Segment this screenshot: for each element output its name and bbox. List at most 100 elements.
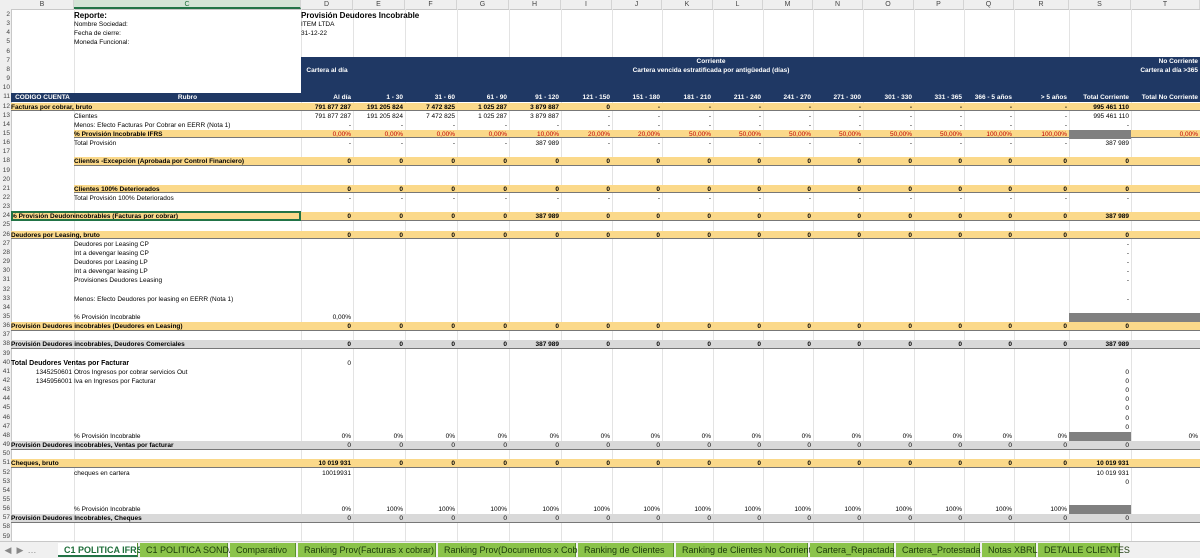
facturas-bruto-label[interactable]: Facturas por cobrar, bruto (11, 103, 301, 112)
clientes-14[interactable]: - (964, 112, 1014, 121)
total-provision-8[interactable]: - (662, 139, 713, 148)
ventas-pct-2[interactable]: 0% (353, 432, 405, 441)
cheques-pct-10[interactable]: 100% (763, 505, 813, 514)
leasing-9[interactable]: 0 (713, 231, 763, 240)
excepcion-5[interactable]: 0 (509, 157, 561, 166)
provision-deudores-6[interactable]: 0 (561, 212, 612, 221)
row-number[interactable]: 13 (0, 111, 11, 120)
leasing-10[interactable]: 0 (763, 231, 813, 240)
row-number[interactable]: 44 (0, 394, 11, 403)
menos-efecto-16[interactable]: - (1069, 121, 1131, 130)
column-header-q[interactable]: Q (964, 0, 1014, 9)
ventas-pct-4[interactable]: 0% (457, 432, 509, 441)
cheques-pct-label[interactable]: % Provisión Incobrable (74, 505, 301, 514)
provision-pct-6[interactable]: 20,00% (561, 130, 612, 139)
ventas-item-2[interactable]: Iva en Ingresos por Facturar (74, 377, 301, 386)
row-number[interactable]: 8 (0, 65, 11, 74)
row-number[interactable]: 42 (0, 376, 11, 385)
bucket-header-4[interactable]: 61 - 90 (457, 93, 509, 102)
sheet-tab[interactable]: Comparativo (230, 543, 296, 557)
cheques-pct-d[interactable]: 0% (301, 505, 353, 514)
menos-efecto-10[interactable]: - (763, 121, 813, 130)
column-header-o[interactable]: O (863, 0, 914, 9)
leasing-provision-label[interactable]: Provisión Deudores incobrables (Deudores… (11, 322, 301, 331)
sheet-tab[interactable]: Ranking Prov(Facturas x cobrar) (298, 543, 436, 557)
leasing-3[interactable]: 0 (405, 231, 457, 240)
menos-efecto-8[interactable]: - (662, 121, 713, 130)
ventas-total[interactable]: 0 (1069, 423, 1131, 432)
deteriorados-9[interactable]: 0 (713, 185, 763, 194)
row-number[interactable]: 52 (0, 468, 11, 477)
menos-efecto-7[interactable]: - (612, 121, 662, 130)
clientes-3[interactable]: 7 472 825 (405, 112, 457, 121)
leasing-provision-9[interactable]: 0 (713, 322, 763, 331)
cheques-13[interactable]: 0 (914, 459, 964, 468)
deteriorados-14[interactable]: 0 (964, 185, 1014, 194)
provision-pct-nc[interactable]: 0,00% (1131, 130, 1200, 139)
total-deteriorados-6[interactable]: - (561, 194, 612, 203)
comerciales-6[interactable]: 0 (561, 340, 612, 349)
reporte-value[interactable]: Provisión Deudores Incobrable (301, 11, 457, 20)
ventas-provision-1[interactable]: 0 (301, 441, 353, 450)
row-number[interactable]: 26 (0, 230, 11, 239)
total-deteriorados-2[interactable]: - (353, 194, 405, 203)
cheques-provision-15[interactable]: 0 (1014, 514, 1069, 523)
leasing-item-label[interactable]: Menos: Efecto Deudores por leasing en EE… (74, 295, 301, 304)
row-number[interactable]: 6 (0, 47, 11, 56)
menos-efecto-2[interactable]: - (353, 121, 405, 130)
provision-pct-14[interactable]: 100,00% (964, 130, 1014, 139)
facturas-bruto-2[interactable]: 191 205 824 (353, 103, 405, 112)
clientes-8[interactable]: - (662, 112, 713, 121)
leasing-13[interactable]: 0 (914, 231, 964, 240)
total-provision-11[interactable]: - (813, 139, 863, 148)
row-number[interactable]: 21 (0, 184, 11, 193)
clientes-13[interactable]: - (914, 112, 964, 121)
total-provision-10[interactable]: - (763, 139, 813, 148)
row-number[interactable]: 58 (0, 522, 11, 531)
ventas-pct-6[interactable]: 0% (561, 432, 612, 441)
leasing-provision-11[interactable]: 0 (813, 322, 863, 331)
cheques-cartera-total[interactable]: 10 019 931 (1069, 469, 1131, 478)
ventas-pct-8[interactable]: 0% (662, 432, 713, 441)
menos-efecto-11[interactable]: - (813, 121, 863, 130)
cheques-9[interactable]: 0 (713, 459, 763, 468)
cheques-2[interactable]: 0 (353, 459, 405, 468)
ventas-provision-7[interactable]: 0 (612, 441, 662, 450)
total-deteriorados-10[interactable]: - (763, 194, 813, 203)
sheet-tab[interactable]: DETALLE CLIENTES (1038, 543, 1130, 557)
clientes-6[interactable]: - (561, 112, 612, 121)
total-corriente-header[interactable]: Total Corriente (1069, 93, 1131, 102)
ventas-pct-13[interactable]: 0% (914, 432, 964, 441)
sheet-tab[interactable]: Notas XBRL (982, 543, 1038, 557)
cheques-pct-6[interactable]: 100% (561, 505, 612, 514)
ventas-provision-3[interactable]: 0 (405, 441, 457, 450)
cheques-pct-8[interactable]: 100% (662, 505, 713, 514)
leasing-provision-2[interactable]: 0 (353, 322, 405, 331)
bucket-header-9[interactable]: 211 - 240 (713, 93, 763, 102)
cheques-provision-12[interactable]: 0 (863, 514, 914, 523)
cheques-pct-4[interactable]: 100% (457, 505, 509, 514)
cheques-cartera-d[interactable]: 10019931 (301, 469, 353, 478)
total-deteriorados-16[interactable]: - (1069, 194, 1131, 203)
comerciales-8[interactable]: 0 (662, 340, 713, 349)
cheques-8[interactable]: 0 (662, 459, 713, 468)
ventas-pct-12[interactable]: 0% (863, 432, 914, 441)
cheques-provision-6[interactable]: 0 (561, 514, 612, 523)
ventas-total[interactable]: 0 (1069, 368, 1131, 377)
excepcion-13[interactable]: 0 (914, 157, 964, 166)
leasing-item-label[interactable]: Deudores por Leasing LP (74, 258, 301, 267)
menos-efecto-6[interactable]: - (561, 121, 612, 130)
more-sheets-icon[interactable]: … (26, 543, 38, 557)
sheet-tab[interactable]: Ranking de Clientes (578, 543, 674, 557)
provision-deudores-14[interactable]: 0 (964, 212, 1014, 221)
leasing-provision-13[interactable]: 0 (914, 322, 964, 331)
clientes-label[interactable]: Clientes (74, 112, 301, 121)
row-number[interactable]: 25 (0, 220, 11, 229)
facturas-bruto-11[interactable]: - (813, 103, 863, 112)
leasing-provision-12[interactable]: 0 (863, 322, 914, 331)
menos-efecto-label[interactable]: Menos: Efecto Facturas Por Cobrar en EER… (74, 121, 301, 130)
excepcion-2[interactable]: 0 (353, 157, 405, 166)
column-header-s[interactable]: S (1069, 0, 1131, 9)
deteriorados-16[interactable]: 0 (1069, 185, 1131, 194)
total-deteriorados-7[interactable]: - (612, 194, 662, 203)
